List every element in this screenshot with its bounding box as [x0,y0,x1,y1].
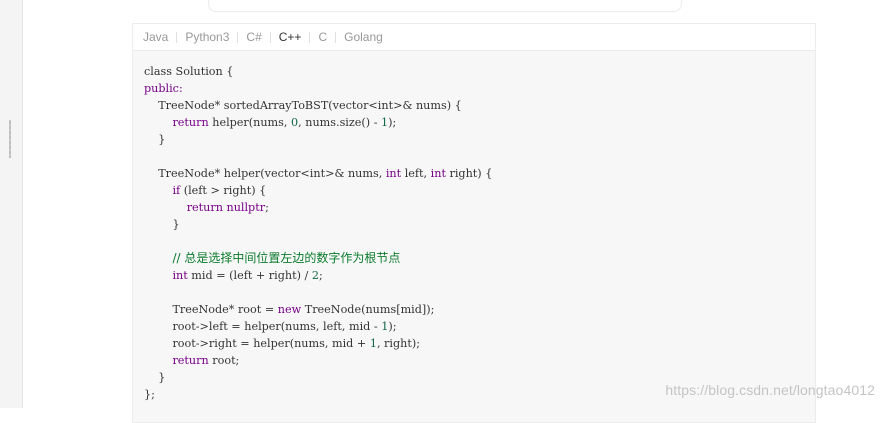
code-token: TreeNode* [144,99,224,112]
code-token: } [144,371,166,384]
code-token: if [172,184,181,197]
tab-cpp[interactable]: C++ [271,27,310,47]
code-token: int [430,167,446,180]
code-token: , right); [376,337,420,350]
tab-java[interactable]: Java [143,27,176,47]
code-token: left, [401,167,431,180]
code-line: } [144,131,815,148]
code-token: nullptr [226,201,266,214]
code-line: // 总是选择中间位置左边的数字作为根节点 [144,250,815,267]
code-line: TreeNode* root = new TreeNode(nums[mid])… [144,301,815,318]
code-token: mid = (left + right) / [187,269,312,282]
tab-python3[interactable]: Python3 [177,27,237,47]
code-block: class Solution { public: TreeNode* sorted… [133,51,815,403]
tab-csharp[interactable]: C# [238,27,269,47]
code-line: if (left > right) { [144,182,815,199]
language-tabs: Java Python3 C# C++ C Golang [133,24,815,51]
code-token: 1 [369,337,377,350]
code-token: (vector<int>& nums) { [328,99,462,112]
code-line: root->left = helper(nums, left, mid - 1)… [144,318,815,335]
code-line: } [144,216,815,233]
code-token: int [172,269,188,282]
drag-handle-icon[interactable] [9,120,11,158]
code-token: , nums.size() - [298,116,382,129]
code-line: return helper(nums, 0, nums.size() - 1); [144,114,815,131]
code-line: return nullptr; [144,199,815,216]
top-card [208,0,682,12]
code-token: TreeNode(nums[mid]); [301,303,435,316]
code-line: TreeNode* helper(vector<int>& nums, int … [144,165,815,182]
code-token: TreeNode* root = [144,303,278,316]
code-line: int mid = (left + right) / 2; [144,267,815,284]
code-token: return [172,354,209,367]
code-token: return [186,201,223,214]
code-token: new [277,303,302,316]
code-line: TreeNode* sortedArrayToBST(vector<int>& … [144,97,815,114]
code-token: public: [144,82,183,95]
code-token: TreeNode* [144,167,224,180]
code-token: } [144,133,166,146]
code-line: root->right = helper(nums, mid + 1, righ… [144,335,815,352]
code-token: ; [265,201,269,214]
code-line: public: [144,80,815,97]
code-token: helper(nums, [208,116,292,129]
tab-golang[interactable]: Golang [336,27,391,47]
watermark: https://blog.csdn.net/longtao4012 [665,382,875,398]
code-token: ); [388,116,397,129]
code-token: (vector<int>& nums, [260,167,386,180]
code-token: return [172,116,209,129]
code-token: sortedArrayToBST [223,99,329,112]
code-token: class Solution { [144,65,234,78]
left-gutter [0,0,23,408]
code-line: class Solution { [144,63,815,80]
code-token: // 总是选择中间位置左边的数字作为根节点 [172,251,401,265]
code-token: ); [388,320,397,333]
code-line: return root; [144,352,815,369]
code-token: 2 [311,269,319,282]
code-token: }; [144,388,155,401]
code-token: int [385,167,402,180]
code-token: ; [318,269,323,282]
tab-c[interactable]: C [310,27,335,47]
code-token: right) { [445,167,493,180]
code-token: } [144,218,180,231]
code-token: root->right = helper(nums, mid + [144,337,370,350]
code-panel: Java Python3 C# C++ C Golang class Solut… [132,23,816,423]
code-token: helper [223,167,261,180]
code-token: (left > right) { [180,184,267,197]
code-token: root; [208,354,240,367]
code-token: root->left = helper(nums, left, mid - [144,320,382,333]
